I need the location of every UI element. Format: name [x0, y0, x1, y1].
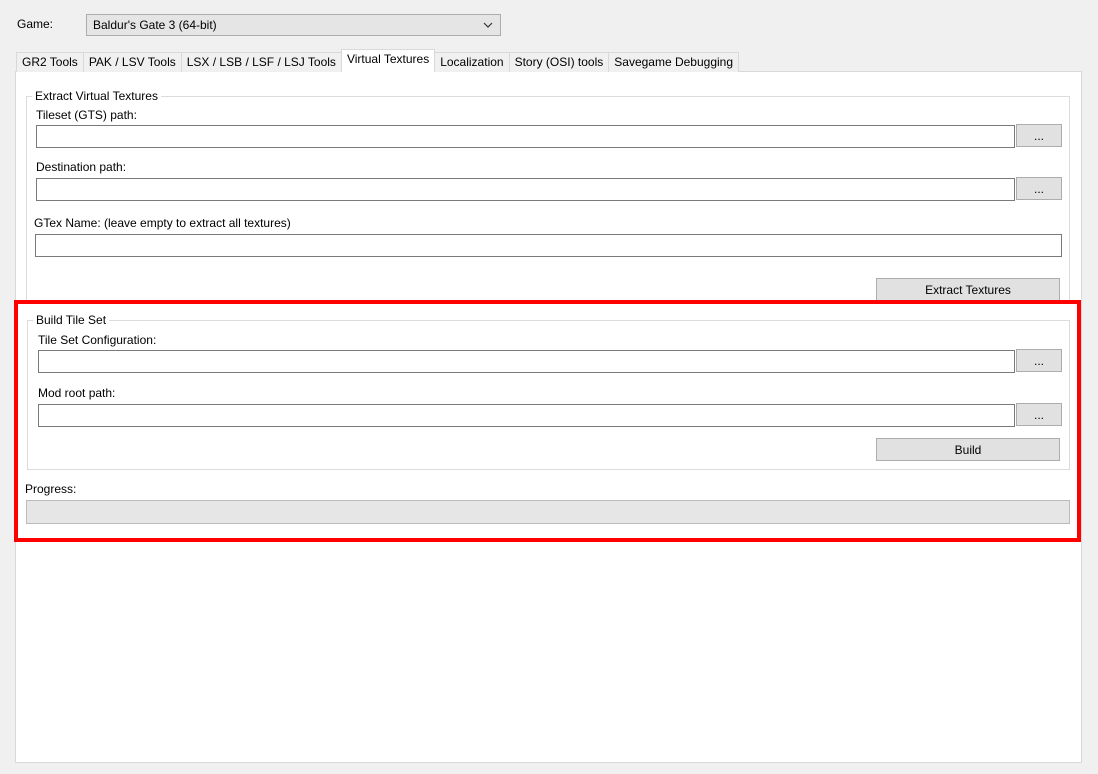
- tab-savegame-debugging[interactable]: Savegame Debugging: [608, 52, 740, 72]
- extract-group-title: Extract Virtual Textures: [32, 89, 161, 103]
- tab-gr2-tools[interactable]: GR2 Tools: [16, 52, 84, 72]
- destination-label: Destination path:: [36, 160, 127, 174]
- modroot-browse-button[interactable]: ...: [1016, 403, 1062, 426]
- game-select-value: Baldur's Gate 3 (64-bit): [93, 18, 217, 32]
- tileset-path-input[interactable]: [36, 125, 1015, 148]
- build-button[interactable]: Build: [876, 438, 1060, 461]
- tab-story-osi-tools[interactable]: Story (OSI) tools: [508, 52, 610, 72]
- tileset-config-input[interactable]: [38, 350, 1015, 373]
- modroot-label: Mod root path:: [38, 386, 116, 400]
- build-group-title: Build Tile Set: [33, 313, 110, 327]
- game-select[interactable]: Baldur's Gate 3 (64-bit): [86, 14, 501, 36]
- tab-localization[interactable]: Localization: [434, 52, 510, 72]
- mod-root-path-input[interactable]: [38, 404, 1015, 427]
- destination-path-input[interactable]: [36, 178, 1015, 201]
- tileset-label: Tileset (GTS) path:: [36, 108, 137, 122]
- chevron-down-icon: [482, 15, 494, 35]
- gtex-name-input[interactable]: [35, 234, 1062, 257]
- tab-virtual-textures[interactable]: Virtual Textures: [340, 49, 436, 72]
- tab-lsx-lsb-lsf-lsj-tools[interactable]: LSX / LSB / LSF / LSJ Tools: [180, 52, 342, 72]
- gtex-label: GTex Name: (leave empty to extract all t…: [34, 216, 291, 230]
- tab-pak-lsv-tools[interactable]: PAK / LSV Tools: [82, 52, 182, 72]
- extract-textures-button[interactable]: Extract Textures: [876, 278, 1060, 301]
- tileset-browse-button[interactable]: ...: [1016, 124, 1062, 147]
- game-label: Game:: [17, 17, 54, 31]
- config-label: Tile Set Configuration:: [38, 333, 157, 347]
- progress-label: Progress:: [25, 482, 77, 496]
- config-browse-button[interactable]: ...: [1016, 349, 1062, 372]
- progress-bar: [26, 500, 1070, 524]
- tab-strip: GR2 Tools PAK / LSV Tools LSX / LSB / LS…: [16, 49, 740, 72]
- destination-browse-button[interactable]: ...: [1016, 177, 1062, 200]
